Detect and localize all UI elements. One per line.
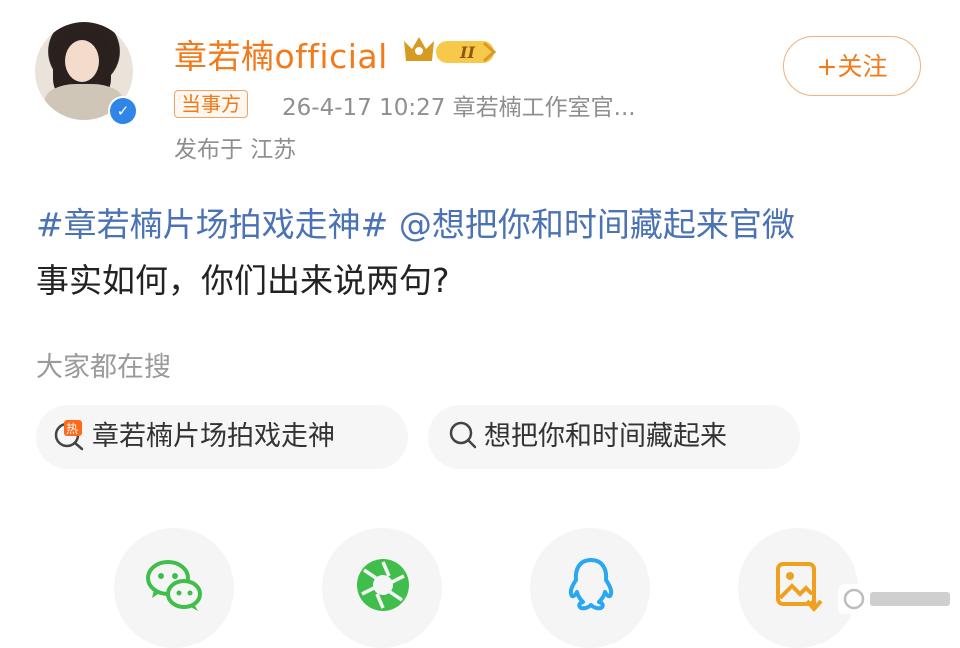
vip-crown-badge-icon[interactable]: II: [400, 33, 500, 67]
party-tag: 当事方: [174, 90, 248, 118]
username[interactable]: 章若楠official: [174, 30, 388, 78]
post-meta: 26-4-17 10:27 章若楠工作室官...: [282, 95, 636, 121]
watermark-logo: [838, 584, 958, 614]
search-chip-label: 想把你和时间藏起来: [484, 421, 727, 452]
share-moments-button[interactable]: [322, 528, 442, 648]
search-chip-label: 章若楠片场拍戏走神: [92, 421, 335, 452]
share-wechat-button[interactable]: [114, 528, 234, 648]
qq-icon: [568, 558, 614, 611]
verified-icon: ✓: [108, 96, 138, 126]
wechat-icon: [146, 560, 202, 611]
post-text: #章若楠片场拍戏走神# @想把你和时间藏起来官微 事实如何，你们出来说两句?: [36, 197, 926, 309]
hot-search-icon: 热: [54, 419, 84, 450]
search-chip-hot[interactable]: 热 章若楠片场拍戏走神: [36, 405, 408, 469]
search-chip[interactable]: 想把你和时间藏起来: [428, 405, 800, 469]
mention-link[interactable]: @想把你和时间藏起来官微: [399, 205, 795, 244]
save-image-icon: [776, 562, 823, 613]
svg-text:II: II: [459, 43, 475, 62]
post-body: 事实如何，你们出来说两句?: [36, 261, 450, 300]
hashtag-link[interactable]: #章若楠片场拍戏走神#: [36, 205, 388, 244]
moments-icon: [357, 559, 409, 611]
share-qq-button[interactable]: [530, 528, 650, 648]
post-location: 发布于 江苏: [174, 137, 297, 163]
follow-button[interactable]: +关注: [783, 36, 921, 96]
search-section-title: 大家都在搜: [36, 352, 171, 383]
search-icon: [449, 421, 477, 448]
svg-text:热: 热: [66, 422, 78, 436]
